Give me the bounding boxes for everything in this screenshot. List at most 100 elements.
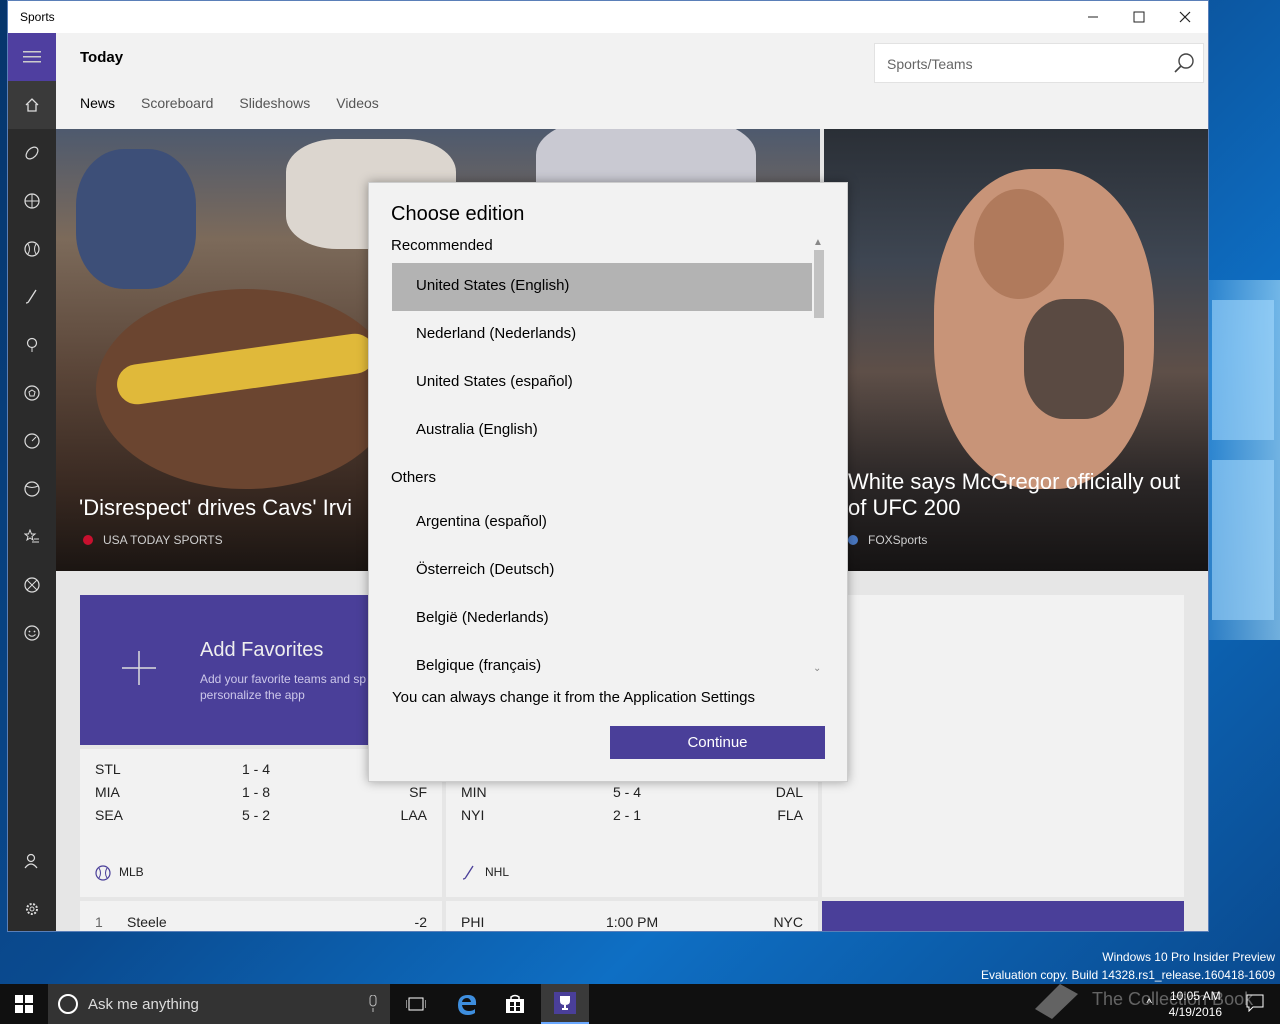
cortana-icon [58, 994, 78, 1014]
watermark-logo: The Collection Book [1030, 975, 1270, 1024]
hockey-icon [25, 289, 37, 304]
scroll-down-icon[interactable]: ⌄ [813, 663, 821, 674]
nav-baseball[interactable] [8, 225, 56, 273]
football-icon [25, 146, 39, 160]
upcoming-game-card[interactable]: PHI 1:00 PM NYC [446, 901, 818, 931]
search-icon[interactable] [1173, 52, 1195, 74]
nav-football[interactable] [8, 129, 56, 177]
league-name: NHL [485, 865, 510, 880]
account-icon [24, 853, 38, 869]
nav-account[interactable] [8, 837, 56, 885]
hero-left-source: USA TODAY SPORTS [83, 533, 223, 547]
close-button[interactable] [1162, 1, 1208, 33]
tennis-icon [24, 481, 40, 497]
edition-option[interactable]: Belgique (français) [392, 643, 812, 691]
dialog-note: You can always change it from the Applic… [392, 689, 756, 706]
edition-option[interactable]: Österreich (Deutsch) [392, 547, 812, 595]
nav-hockey[interactable] [8, 273, 56, 321]
search-input[interactable]: Sports/Teams [874, 43, 1204, 83]
tab-videos[interactable]: Videos [336, 95, 379, 111]
player-score: -2 [414, 914, 427, 930]
nav-favorites[interactable] [8, 513, 56, 561]
trophy-icon [554, 992, 576, 1014]
continue-button[interactable]: Continue [610, 726, 825, 759]
task-view-icon [406, 997, 426, 1011]
edition-label: Österreich (Deutsch) [416, 561, 555, 578]
rank: 1 [95, 914, 103, 930]
photo-figure [76, 149, 196, 289]
hero-right-source: FOXSports [848, 533, 927, 547]
score-row: NYI 2 - 1 FLA [461, 807, 803, 829]
hockey-icon [462, 865, 474, 880]
basketball-icon [24, 193, 40, 209]
task-view-button[interactable] [392, 984, 440, 1024]
maximize-button[interactable] [1116, 1, 1162, 33]
away-team: FLA [777, 807, 803, 823]
cortana-placeholder: Ask me anything [88, 996, 199, 1013]
edition-label: België (Nederlands) [416, 609, 549, 626]
home-team: MIA [95, 784, 120, 800]
cortana-search-box[interactable]: Ask me anything [48, 984, 390, 1024]
store-button[interactable] [491, 984, 539, 1024]
nav-racing[interactable] [8, 417, 56, 465]
baseball-icon [95, 865, 111, 881]
edition-option[interactable]: Argentina (español) [392, 499, 812, 547]
hamburger-icon [23, 51, 41, 63]
upcoming-row: PHI 1:00 PM NYC [461, 914, 803, 931]
hero-left-headline: 'Disrespect' drives Cavs' Irvi [79, 495, 352, 520]
search-placeholder: Sports/Teams [887, 56, 973, 72]
add-favorites-title: Add Favorites [200, 639, 324, 661]
edition-option[interactable]: Nederland (Nederlands) [392, 311, 812, 359]
promo-card[interactable] [822, 901, 1184, 931]
add-favorites-subtitle: Add your favorite teams and sp personali… [200, 672, 367, 702]
recommended-label: Recommended [391, 237, 493, 254]
edition-label: Australia (English) [416, 421, 538, 438]
nav-fantasy[interactable] [8, 609, 56, 657]
nav-tennis[interactable] [8, 465, 56, 513]
minimize-button[interactable] [1070, 1, 1116, 33]
start-button[interactable] [0, 984, 48, 1024]
away-team: LAA [400, 807, 427, 823]
scrollbar-thumb[interactable] [814, 250, 824, 318]
nav-golf[interactable] [8, 321, 56, 369]
edition-label: Argentina (español) [416, 513, 547, 530]
golf-icon [26, 337, 38, 352]
home-team: NYI [461, 807, 485, 823]
baseball-icon [24, 241, 40, 257]
page-header: Today Sports/Teams News Scoreboard Slide… [56, 33, 1208, 129]
nav-settings[interactable] [8, 885, 56, 931]
edge-browser-button[interactable] [443, 984, 491, 1024]
title-bar: Sports [8, 1, 1208, 33]
edition-option[interactable]: België (Nederlands) [392, 595, 812, 643]
score: 2 - 1 [613, 807, 642, 823]
tab-scoreboard[interactable]: Scoreboard [141, 95, 213, 111]
golf-leaderboard-card[interactable]: 1 Steele -2 [80, 901, 442, 931]
home-team: MIN [461, 784, 487, 800]
league-label: MLB [95, 865, 144, 881]
away-team: SF [409, 784, 427, 800]
maximize-icon [1133, 11, 1145, 23]
logo-pane [1212, 300, 1274, 440]
edition-label: United States (English) [416, 277, 570, 294]
tab-news[interactable]: News [80, 95, 115, 111]
section-tabs: News Scoreboard Slideshows Videos [80, 95, 379, 111]
edition-option[interactable]: United States (español) [392, 359, 812, 407]
photo-figure [1024, 299, 1124, 419]
nav-basketball[interactable] [8, 177, 56, 225]
scroll-up-icon[interactable]: ▲ [813, 237, 823, 248]
sports-app-button[interactable] [541, 984, 589, 1024]
hamburger-menu-button[interactable] [8, 33, 56, 81]
microphone-icon[interactable] [368, 995, 378, 1013]
nav-home[interactable] [8, 81, 56, 129]
tab-slideshows[interactable]: Slideshows [239, 95, 310, 111]
more-sports-icon [24, 577, 40, 593]
edition-option-selected[interactable]: United States (English) [392, 263, 812, 311]
dialog-title: Choose edition [391, 203, 525, 225]
nav-soccer[interactable] [8, 369, 56, 417]
edition-option[interactable]: Australia (English) [392, 407, 812, 455]
home-team: STL [95, 761, 121, 777]
photo-figure [974, 189, 1064, 299]
nav-more-sports[interactable] [8, 561, 56, 609]
window-title: Sports [20, 10, 55, 24]
hero-story-right[interactable]: White says McGregor officially out of UF… [824, 129, 1208, 571]
